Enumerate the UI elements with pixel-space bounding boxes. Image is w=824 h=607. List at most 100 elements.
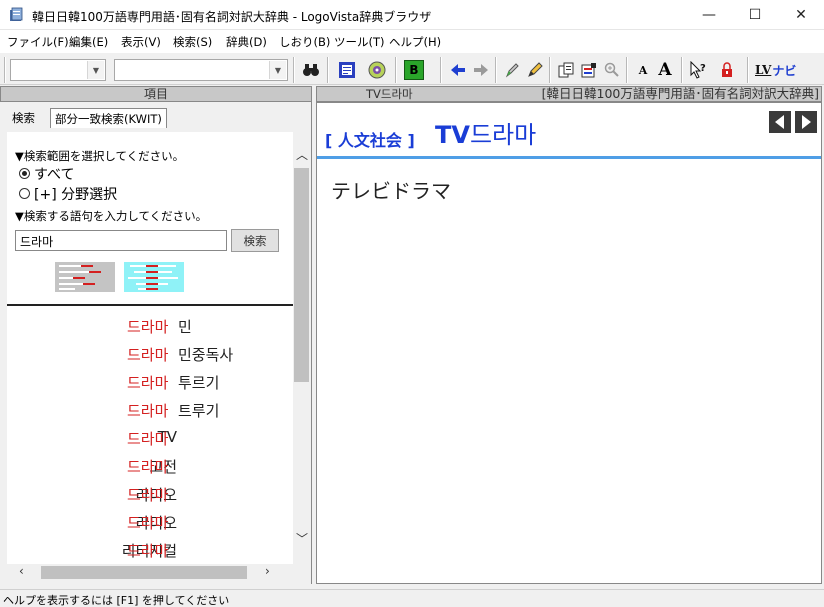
scope-all-label[interactable]: すべて xyxy=(34,164,74,184)
zoom-icon[interactable] xyxy=(602,60,622,80)
toolbar-grip xyxy=(4,57,6,83)
menu-view[interactable]: 表示(V) xyxy=(121,34,161,50)
combo-dropdown-icon[interactable]: ▼ xyxy=(269,61,286,79)
lv-navi-icon[interactable]: LV ナビ xyxy=(755,60,799,80)
result-match: 드라마 xyxy=(127,486,169,504)
minimize-button[interactable]: — xyxy=(686,0,732,30)
scroll-left-icon[interactable]: ‹ xyxy=(19,564,24,578)
binoculars-icon[interactable] xyxy=(301,60,321,80)
result-match: 드라마 xyxy=(127,346,169,364)
result-match: 드라마 xyxy=(127,402,169,420)
pen-icon[interactable] xyxy=(502,60,522,80)
result-row[interactable]: TV 드라마 xyxy=(7,424,293,452)
lock-icon[interactable] xyxy=(717,60,737,80)
help-cursor-icon[interactable]: ? xyxy=(688,60,708,80)
result-row[interactable]: 고전 드라마 xyxy=(7,452,293,480)
result-match: 드라마 xyxy=(127,542,169,560)
pencil-icon[interactable] xyxy=(525,60,545,80)
dictionary-combo[interactable]: ▼ xyxy=(10,59,106,81)
vertical-scroll-thumb[interactable] xyxy=(294,168,309,382)
toolbar-separator xyxy=(327,57,329,83)
book-icon[interactable] xyxy=(337,60,357,80)
menu-edit[interactable]: 編集(E) xyxy=(69,34,108,50)
menu-file[interactable]: ファイル(F) xyxy=(7,34,69,50)
scope-field-label[interactable]: [+] 分野選択 xyxy=(34,184,117,204)
headword-latin: TV xyxy=(435,121,470,149)
result-suffix: 투르기 xyxy=(178,374,220,392)
menu-bookmark[interactable]: しおり(B) xyxy=(279,34,330,50)
scope-field-radio[interactable] xyxy=(19,188,30,199)
menu-help[interactable]: ヘルプ(H) xyxy=(389,34,441,50)
title-bar: 韓日日韓100万語専門用語･固有名詞対訳大辞典 - LogoVista辞典ブラウ… xyxy=(0,0,824,30)
prefix-match-mode-icon[interactable] xyxy=(55,262,115,292)
headword-hangul: 드라마 xyxy=(469,121,537,149)
left-pane-header: 項目 xyxy=(0,86,312,102)
field-tag: [ 人文社会 ] xyxy=(325,131,415,150)
result-row[interactable]: 라디오 드라마 xyxy=(7,508,293,536)
toolbar-separator xyxy=(681,57,683,83)
menu-tools[interactable]: ツール(T) xyxy=(334,34,385,50)
menu-dictionary[interactable]: 辞典(D) xyxy=(226,34,267,50)
bold-b-icon[interactable]: B xyxy=(404,60,424,80)
scope-all-radio[interactable] xyxy=(19,168,30,179)
next-entry-icon[interactable] xyxy=(795,111,817,133)
close-icon: ✕ xyxy=(795,7,807,23)
toolbar-separator xyxy=(626,57,628,83)
result-row[interactable]: 드라마 투르기 xyxy=(7,368,293,396)
scroll-down-icon[interactable]: ﹀ xyxy=(296,530,308,547)
toolbar-separator xyxy=(293,57,295,83)
result-row[interactable]: 드라마 민중독사 xyxy=(7,340,293,368)
search-button[interactable]: 検索 xyxy=(231,229,279,252)
result-match: 드라마 xyxy=(127,430,169,448)
forward-arrow-icon[interactable] xyxy=(471,60,491,80)
current-entry-word: TV드라마 xyxy=(366,87,413,101)
lv-label: LV xyxy=(755,63,772,77)
result-match: 드라마 xyxy=(127,318,169,336)
toolbar-separator xyxy=(440,57,442,83)
search-input[interactable]: 드라마 xyxy=(15,230,227,251)
app-icon xyxy=(10,7,23,21)
result-suffix: 민 xyxy=(178,318,192,336)
maximize-button[interactable]: ☐ xyxy=(732,0,778,30)
result-row[interactable]: 라디오 드라마 xyxy=(7,480,293,508)
back-arrow-icon[interactable] xyxy=(448,60,468,80)
entry-pane: [ 人文社会 ] TV드라마 テレビドラマ xyxy=(316,102,822,584)
center-match-mode-icon[interactable] xyxy=(124,262,184,292)
navi-label: ナビ xyxy=(772,63,797,78)
headword: TV드라마 xyxy=(435,115,536,150)
scroll-up-icon[interactable]: ︿ xyxy=(296,146,308,163)
entry-header: [ 人文社会 ] TV드라마 xyxy=(317,103,821,159)
result-row[interactable]: 리터지컬 드라마 xyxy=(7,536,293,564)
toolbar-separator xyxy=(495,57,497,83)
left-pane: 検索 部分一致検索(KWIT) ▼検索範囲を選択してください。 すべて [+] … xyxy=(0,102,312,584)
menu-search[interactable]: 検索(S) xyxy=(173,34,212,50)
status-text: ヘルプを表示するには [F1] を押してください xyxy=(3,594,230,607)
scroll-right-icon[interactable]: › xyxy=(265,564,270,578)
disc-icon[interactable] xyxy=(367,60,387,80)
scope-prompt: ▼検索範囲を選択してください。 xyxy=(15,149,185,163)
horizontal-scroll-thumb[interactable] xyxy=(41,566,247,579)
minimize-icon: — xyxy=(702,7,716,23)
result-row[interactable]: 드라마 민 xyxy=(7,312,293,340)
result-row[interactable]: 드라마 트루기 xyxy=(7,396,293,424)
search-history-combo[interactable]: ▼ xyxy=(114,59,288,81)
status-bar: ヘルプを表示するには [F1] を押してください xyxy=(0,589,824,607)
tab-partial-match-search[interactable]: 部分一致検索(KWIT) xyxy=(50,108,167,128)
current-dictionary-name: [韓日日韓100万語専門用語･固有名詞対訳大辞典] xyxy=(541,86,819,101)
font-small-icon[interactable]: A xyxy=(633,60,653,80)
list-edit-icon[interactable] xyxy=(579,60,599,80)
results-horizontal-scrollbar[interactable]: ‹ › xyxy=(7,564,293,581)
window-title: 韓日日韓100万語専門用語･固有名詞対訳大辞典 - LogoVista辞典ブラウ… xyxy=(32,10,432,24)
toolbar-separator xyxy=(549,57,551,83)
close-button[interactable]: ✕ xyxy=(778,0,824,30)
result-match: 드라마 xyxy=(127,514,169,532)
results-vertical-scrollbar[interactable]: ︿ ﹀ xyxy=(293,132,310,564)
combo-dropdown-icon[interactable]: ▼ xyxy=(87,61,104,79)
menu-bar: ファイル(F) 編集(E) 表示(V) 検索(S) 辞典(D) しおり(B) ツ… xyxy=(0,30,824,52)
svg-text:?: ? xyxy=(700,63,706,74)
tab-search[interactable]: 検索 xyxy=(8,108,39,128)
prev-entry-icon[interactable] xyxy=(769,111,791,133)
copy-icon[interactable] xyxy=(556,60,576,80)
font-large-icon[interactable]: A xyxy=(655,60,675,80)
result-suffix: 트루기 xyxy=(178,402,220,420)
